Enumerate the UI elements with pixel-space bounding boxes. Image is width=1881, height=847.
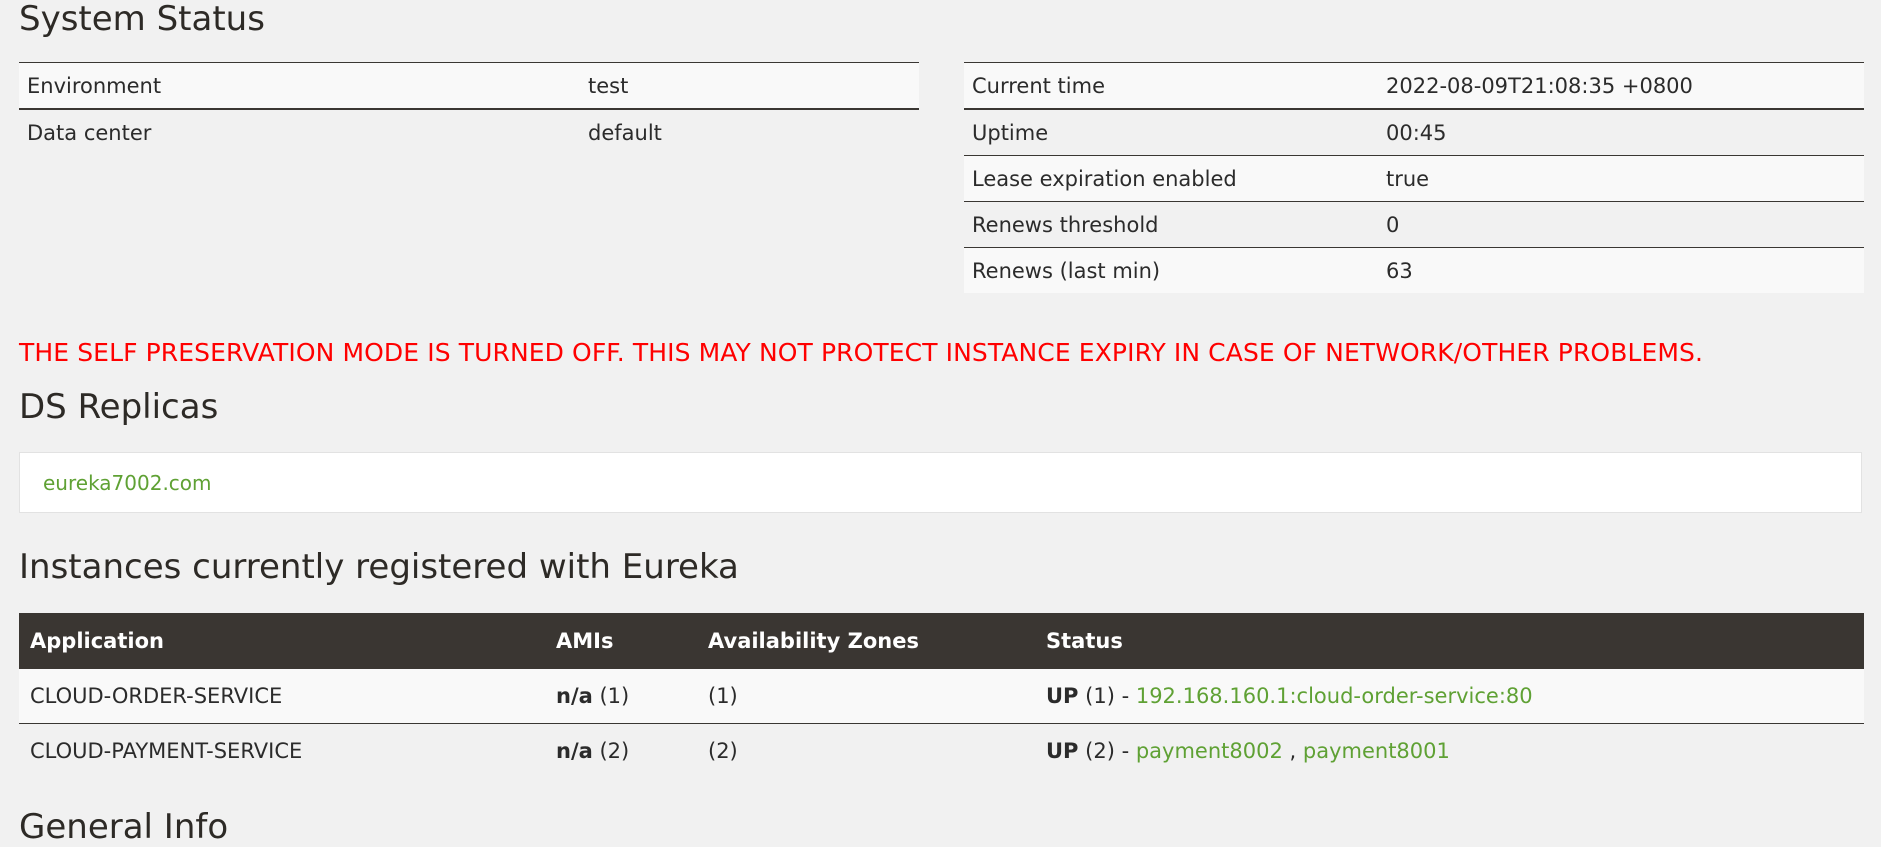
amis-count: (1) [599, 684, 630, 708]
zones-cell: (1) [697, 669, 1035, 724]
status-value: default [580, 109, 919, 155]
status-cell: UP (1) - 192.168.160.1:cloud-order-servi… [1035, 669, 1864, 724]
application-name: CLOUD-PAYMENT-SERVICE [19, 723, 545, 778]
status-row-uptime: Uptime 00:45 [964, 109, 1864, 156]
status-key: Renews threshold [964, 201, 1378, 248]
status-count: (2) - [1085, 739, 1130, 763]
system-status-left-table: Environment test Data center default [19, 62, 919, 155]
amis-cell: n/a (2) [545, 723, 697, 778]
status-key: Renews (last min) [964, 247, 1378, 293]
status-key: Data center [19, 109, 580, 155]
status-row-renews-threshold: Renews threshold 0 [964, 201, 1864, 248]
amis-count: (2) [599, 739, 630, 763]
self-preservation-warning: THE SELF PRESERVATION MODE IS TURNED OFF… [19, 338, 1704, 367]
status-row-data-center: Data center default [19, 109, 919, 155]
instances-title: Instances currently registered with Eure… [19, 547, 739, 587]
status-row-lease-expiration: Lease expiration enabled true [964, 155, 1864, 202]
status-value: 0 [1378, 201, 1864, 248]
header-status: Status [1035, 613, 1864, 669]
status-key: Lease expiration enabled [964, 155, 1378, 202]
amis-cell: n/a (1) [545, 669, 697, 724]
table-row: CLOUD-ORDER-SERVICE n/a (1) (1) UP (1) -… [19, 669, 1864, 724]
header-availability-zones: Availability Zones [697, 613, 1035, 669]
status-count: (1) - [1085, 684, 1130, 708]
instances-table: Application AMIs Availability Zones Stat… [19, 613, 1864, 778]
zones-cell: (2) [697, 723, 1035, 778]
status-key: Uptime [964, 109, 1378, 156]
instance-link[interactable]: 192.168.160.1:cloud-order-service:80 [1136, 684, 1533, 708]
status-value: true [1378, 155, 1864, 202]
ds-replicas-list: eureka7002.com [19, 452, 1862, 513]
header-application: Application [19, 613, 545, 669]
general-info-title: General Info [19, 807, 229, 847]
instance-link[interactable]: payment8002 [1136, 739, 1283, 763]
ds-replicas-title: DS Replicas [19, 387, 219, 427]
status-value: 2022-08-09T21:08:35 +0800 [1378, 62, 1864, 109]
status-row-current-time: Current time 2022-08-09T21:08:35 +0800 [964, 62, 1864, 109]
status-key: Current time [964, 62, 1378, 109]
instances-header-row: Application AMIs Availability Zones Stat… [19, 613, 1864, 669]
system-status-title: System Status [19, 0, 265, 39]
replica-link[interactable]: eureka7002.com [43, 471, 212, 495]
status-value: 00:45 [1378, 109, 1864, 156]
status-cell: UP (2) - payment8002 , payment8001 [1035, 723, 1864, 778]
link-separator: , [1289, 739, 1297, 763]
table-row: CLOUD-PAYMENT-SERVICE n/a (2) (2) UP (2)… [19, 723, 1864, 778]
status-label: UP [1046, 684, 1079, 708]
status-value: test [580, 62, 919, 109]
status-label: UP [1046, 739, 1079, 763]
status-row-environment: Environment test [19, 62, 919, 109]
instance-link[interactable]: payment8001 [1303, 739, 1450, 763]
status-row-renews-last-min: Renews (last min) 63 [964, 247, 1864, 293]
amis-label: n/a [556, 684, 593, 708]
status-key: Environment [19, 62, 580, 109]
system-status-right-table: Current time 2022-08-09T21:08:35 +0800 U… [964, 62, 1864, 293]
status-value: 63 [1378, 247, 1864, 293]
application-name: CLOUD-ORDER-SERVICE [19, 669, 545, 724]
amis-label: n/a [556, 739, 593, 763]
header-amis: AMIs [545, 613, 697, 669]
